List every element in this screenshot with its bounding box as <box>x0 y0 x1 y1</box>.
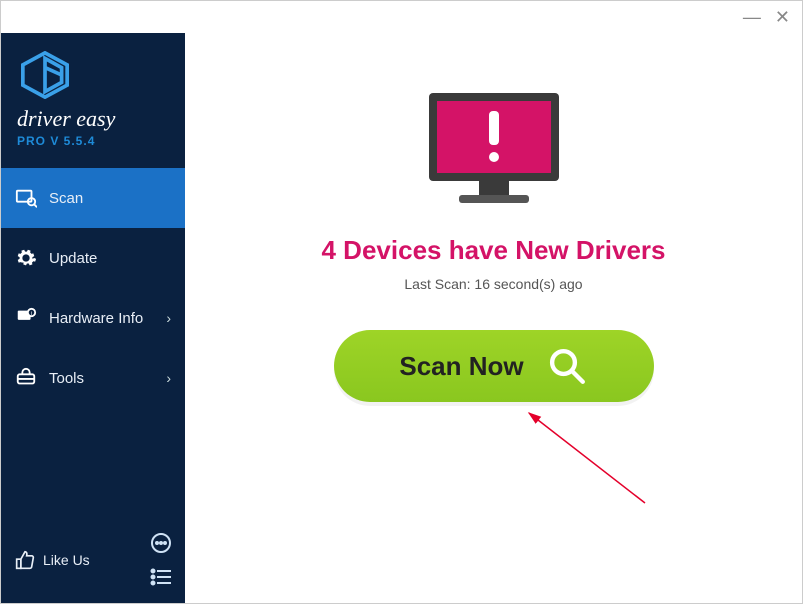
app-name: driver easy <box>17 106 169 132</box>
sidebar-item-update[interactable]: Update <box>1 228 185 288</box>
chevron-right-icon: › <box>166 370 171 386</box>
alert-monitor-icon <box>419 89 569 217</box>
close-button[interactable]: ✕ <box>775 8 790 26</box>
annotation-arrow-icon <box>515 403 655 513</box>
sidebar-item-label: Scan <box>49 190 83 207</box>
menu-list-icon[interactable] <box>149 565 173 589</box>
like-us-label: Like Us <box>43 552 90 568</box>
thumbs-up-icon <box>15 550 35 570</box>
sidebar-bottom: Like Us <box>1 521 185 603</box>
hardware-icon: i <box>15 307 37 329</box>
last-scan-text: Last Scan: 16 second(s) ago <box>404 276 582 292</box>
chat-icon[interactable] <box>149 531 173 555</box>
sidebar-item-scan[interactable]: Scan <box>1 168 185 228</box>
sidebar: driver easy PRO V 5.5.4 Scan <box>1 33 185 603</box>
sidebar-item-label: Update <box>49 250 97 267</box>
main-content: 4 Devices have New Drivers Last Scan: 16… <box>185 33 802 603</box>
sidebar-item-label: Hardware Info <box>49 310 143 327</box>
sidebar-item-tools[interactable]: Tools › <box>1 348 185 408</box>
scan-now-button[interactable]: Scan Now <box>334 330 654 402</box>
svg-text:i: i <box>31 311 32 317</box>
scan-icon <box>15 187 37 209</box>
status-text: 4 Devices have New Drivers <box>322 235 666 266</box>
chevron-right-icon: › <box>166 310 171 326</box>
sidebar-item-hardware-info[interactable]: i Hardware Info › <box>1 288 185 348</box>
app-version: PRO V 5.5.4 <box>17 134 169 148</box>
app-logo-icon <box>17 51 73 99</box>
logo-area: driver easy PRO V 5.5.4 <box>1 33 185 162</box>
sidebar-item-label: Tools <box>49 370 84 387</box>
toolbox-icon <box>15 367 37 389</box>
scan-now-label: Scan Now <box>399 351 523 382</box>
window-titlebar: — ✕ <box>1 1 802 33</box>
gear-icon <box>15 247 37 269</box>
sidebar-nav: Scan Update i Hardware <box>1 168 185 408</box>
minimize-button[interactable]: — <box>743 8 761 26</box>
magnifier-icon <box>546 345 588 387</box>
like-us-button[interactable]: Like Us <box>15 550 90 570</box>
